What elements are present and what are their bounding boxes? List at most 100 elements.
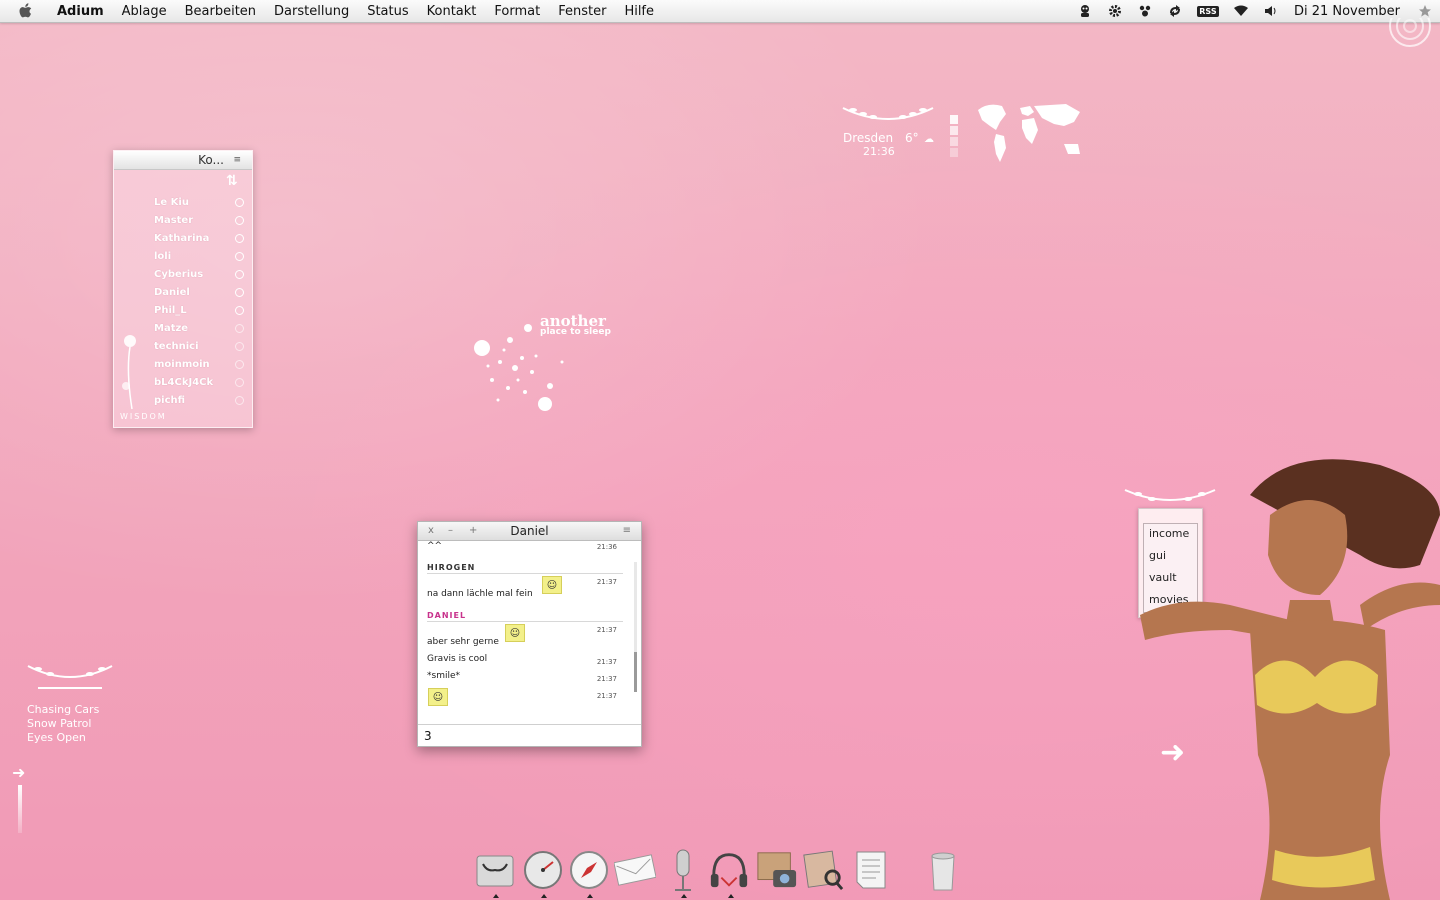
track-artist: Snow Patrol — [27, 717, 92, 730]
wifi-icon[interactable] — [1233, 4, 1249, 18]
status-offline-icon — [235, 359, 244, 369]
chat-divider — [427, 573, 623, 574]
smiley-emoticon-icon: ☺ — [542, 576, 562, 594]
contact-list-titlebar[interactable]: Ko... ≡ — [114, 151, 252, 170]
status-online-icon — [235, 305, 244, 315]
textedit-icon[interactable] — [850, 848, 892, 892]
contact-name: Daniel — [154, 286, 190, 298]
scrollbar-thumb[interactable] — [634, 652, 637, 692]
sort-arrows-icon[interactable]: ⇅ — [226, 173, 238, 189]
weather-temp: 6° — [905, 131, 919, 145]
chat-titlebar[interactable]: x – + Daniel ≡ — [418, 522, 641, 541]
weather-widget[interactable]: Dresden 6° ☁ 21:36 — [838, 100, 1098, 180]
trash-icon[interactable] — [922, 848, 964, 892]
another-place-logo: another place to sleep — [540, 312, 611, 337]
itunes-widget[interactable]: Chasing Cars Snow Patrol Eyes Open — [27, 703, 99, 745]
contact-list-item[interactable]: loli — [154, 247, 244, 265]
iphoto-icon[interactable] — [756, 848, 798, 892]
arrow-right-icon[interactable]: ➜ — [12, 763, 25, 782]
woman-illustration — [1140, 459, 1440, 900]
contact-list-item[interactable]: Cyberius — [154, 265, 244, 283]
rss-icon[interactable]: RSS — [1197, 4, 1219, 18]
preview-icon[interactable] — [802, 848, 844, 892]
weather-city: Dresden — [843, 131, 894, 145]
itunes-headphones-icon[interactable] — [708, 848, 750, 892]
status-online-icon — [235, 215, 244, 225]
contact-name: Matze — [154, 322, 189, 334]
menu-fenster[interactable]: Fenster — [549, 4, 615, 19]
contact-name: Katharina — [154, 232, 210, 244]
track-title: Chasing Cars — [27, 703, 100, 716]
window-menu-icon[interactable]: ≡ — [233, 155, 241, 165]
dashboard-icon[interactable] — [522, 848, 564, 892]
chat-timestamp: 21:37 — [596, 675, 617, 683]
status-offline-icon — [235, 323, 244, 333]
sync-icon[interactable] — [1167, 4, 1183, 18]
menubar-clock[interactable]: Di 21 November — [1294, 4, 1400, 19]
chat-timestamp: 21:37 — [596, 692, 617, 700]
running-indicator — [587, 894, 593, 898]
chat-timestamp: 21:36 — [596, 543, 617, 551]
menu-hilfe[interactable]: Hilfe — [615, 4, 663, 19]
menu-ablage[interactable]: Ablage — [113, 4, 176, 19]
contact-list-item[interactable]: Phil_L — [154, 301, 244, 319]
contact-list-title: Ko... — [198, 153, 224, 167]
mail-icon[interactable] — [614, 848, 656, 892]
adium-duck-icon[interactable] — [1077, 4, 1093, 18]
contact-name: bL4CkJ4Ck — [154, 376, 214, 388]
chat-scrollbar[interactable] — [634, 562, 637, 692]
contact-name: Cyberius — [154, 268, 204, 280]
contact-list-item[interactable]: moinmoin — [154, 355, 244, 373]
running-indicator — [541, 894, 547, 898]
chat-timestamp: 21:37 — [596, 658, 617, 666]
close-icon[interactable]: x — [428, 522, 434, 540]
contact-list-item[interactable]: Katharina — [154, 229, 244, 247]
flower-ornament-icon — [122, 335, 136, 410]
smiley-emoticon-icon: ☺ — [505, 624, 525, 642]
contact-name: technici — [154, 340, 199, 352]
safari-icon[interactable] — [568, 848, 610, 892]
menu-darstellung[interactable]: Darstellung — [265, 4, 358, 19]
contact-list-item[interactable]: technici — [154, 337, 244, 355]
menu-app-adium[interactable]: Adium — [48, 4, 113, 19]
status-offline-icon — [235, 341, 244, 351]
cloud-rain-icon: ☁ — [924, 134, 934, 145]
running-indicator — [493, 894, 499, 898]
contact-list-item[interactable]: Matze — [154, 319, 244, 337]
contact-list-item[interactable]: bL4CkJ4Ck — [154, 373, 244, 391]
paw-icon[interactable] — [1137, 4, 1153, 18]
chat-divider — [427, 621, 623, 622]
running-indicator — [681, 894, 687, 898]
menu-status[interactable]: Status — [358, 4, 417, 19]
contact-list-window[interactable]: Ko... ≡ ⇅ Le Kiu Master Katharina loli Cyber… — [113, 150, 253, 428]
status-offline-icon — [235, 395, 244, 405]
minimize-icon[interactable]: – — [448, 522, 453, 540]
chat-timestamp: 21:37 — [596, 578, 617, 586]
chat-message: na dann lächle mal fein — [427, 589, 533, 599]
rss-label: RSS — [1197, 5, 1219, 17]
spotlight-star-icon[interactable] — [1417, 4, 1433, 18]
status-offline-icon — [235, 377, 244, 387]
contact-list-item[interactable]: Daniel — [154, 283, 244, 301]
chat-message: ^^ — [427, 541, 443, 551]
microphone-icon[interactable] — [662, 848, 704, 892]
menu-format[interactable]: Format — [485, 4, 549, 19]
volume-icon[interactable] — [1263, 4, 1279, 18]
contact-name: Phil_L — [154, 304, 187, 316]
chat-input-field[interactable]: 3 — [418, 724, 641, 746]
contact-list-item[interactable]: pichfi — [154, 391, 244, 409]
contact-list-item[interactable]: Master — [154, 211, 244, 229]
gear-icon[interactable] — [1107, 4, 1123, 18]
zoom-icon[interactable]: + — [469, 522, 477, 540]
contact-list-item[interactable]: Le Kiu — [154, 193, 244, 211]
menu-kontakt[interactable]: Kontakt — [418, 4, 486, 19]
chat-message: aber sehr gerne — [427, 637, 499, 647]
window-menu-icon[interactable]: ≡ — [623, 522, 631, 540]
finder-icon[interactable] — [474, 848, 516, 892]
menu-bearbeiten[interactable]: Bearbeiten — [176, 4, 265, 19]
apple-menu-icon[interactable] — [18, 3, 34, 19]
chat-message: Gravis is cool — [427, 654, 488, 664]
menu-bar: Adium Ablage Bearbeiten Darstellung Stat… — [0, 0, 1440, 23]
weather-time: 21:36 — [863, 145, 895, 158]
chat-window[interactable]: x – + Daniel ≡ ^^ 21:36 HIROGEN 21:37 na… — [417, 521, 642, 747]
